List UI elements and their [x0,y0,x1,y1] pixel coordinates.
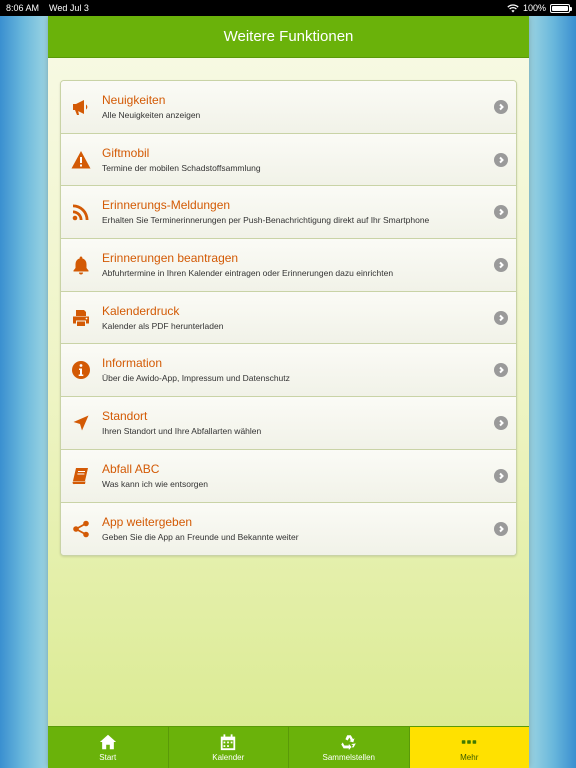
tab-start[interactable]: Start [48,727,169,768]
item-title: Erinnerungen beantragen [102,250,239,265]
list-item-standort[interactable]: Standort Ihren Standort und Ihre Abfalla… [61,397,516,450]
list-item-kalenderdruck[interactable]: Kalenderdruck Kalender als PDF herunterl… [61,291,516,345]
tab-sammelstellen[interactable]: Sammelstellen [289,727,410,768]
tab-label: Start [99,753,117,762]
tab-label: Kalender [212,753,245,762]
list-item-neuigkeiten[interactable]: Neuigkeiten Alle Neuigkeiten anzeigen [61,81,516,134]
printer-icon [61,308,101,328]
tab-bar: Start Kalender Sammelstellen Mehr [48,726,529,768]
status-time: 8:06 AM [6,3,40,13]
chevron-right-icon [494,363,508,378]
chevron-right-icon [494,310,508,325]
status-bar: 8:06 AM Wed Jul 3 100% [0,0,576,16]
wifi-icon [507,3,519,12]
chevron-right-icon [494,152,508,167]
status-date: Wed Jul 3 [49,3,89,13]
item-title: Giftmobil [102,145,150,160]
item-title: Kalenderdruck [102,303,180,318]
share-icon [61,519,101,539]
recycle-icon [341,735,356,751]
calendar-icon [221,734,236,751]
item-subtitle: Erhalten Sie Terminerinnerungen per Push… [102,215,430,226]
info-icon [61,360,101,380]
item-subtitle: Alle Neuigkeiten anzeigen [102,109,201,120]
item-subtitle: Was kann ich wie entsorgen [102,478,208,489]
item-subtitle: Abfuhrtermine in Ihren Kalender eintrage… [102,267,394,278]
tab-mehr[interactable]: Mehr [409,727,529,768]
item-subtitle: Über die Awido-App, Impressum und Datens… [102,373,290,384]
more-icon [462,740,477,744]
item-subtitle: Geben Sie die App an Freunde und Bekannt… [102,531,299,542]
list-item-information[interactable]: Information Über die Awido-App, Impressu… [61,344,516,398]
location-arrow-icon [61,413,101,433]
item-title: Neuigkeiten [102,92,166,107]
item-title: Standort [102,408,148,423]
book-icon [61,466,101,486]
list-item-erinnerungen-beantragen[interactable]: Erinnerungen beantragen Abfuhrtermine in… [61,239,516,292]
list-item-erinnerungs-meldungen[interactable]: Erinnerungs-Meldungen Erhalten Sie Termi… [61,186,516,240]
chevron-right-icon [494,468,508,483]
warning-icon [61,150,101,170]
item-subtitle: Kalender als PDF herunterladen [102,320,224,331]
chevron-right-icon [494,205,508,220]
item-title: Information [102,356,163,371]
battery-icon [550,3,572,13]
rss-icon [61,202,101,222]
item-subtitle: Ihren Standort und Ihre Abfallarten wähl… [102,425,262,436]
nav-bar: Weitere Funktionen [48,16,529,58]
chevron-right-icon [494,521,508,536]
item-title: Erinnerungs-Meldungen [102,198,231,213]
function-list: Neuigkeiten Alle Neuigkeiten anzeigen Gi… [60,80,517,557]
bell-icon [61,255,101,275]
tab-label: Mehr [460,753,479,762]
app-window: Weitere Funktionen Neuigkeiten Alle Neui… [48,16,529,768]
list-item-giftmobil[interactable]: Giftmobil Termine der mobilen Schadstoff… [61,133,516,187]
list-item-app-weitergeben[interactable]: App weitergeben Geben Sie die App an Fre… [61,502,516,556]
home-icon [99,734,116,750]
megaphone-icon [61,97,101,117]
tab-label: Sammelstellen [322,753,375,762]
page-title: Weitere Funktionen [223,28,354,45]
list-item-abfall-abc[interactable]: Abfall ABC Was kann ich wie entsorgen [61,449,516,503]
item-subtitle: Termine der mobilen Schadstoffsammlung [102,162,261,173]
chevron-right-icon [494,257,508,272]
tab-kalender[interactable]: Kalender [169,727,289,768]
chevron-right-icon [494,415,508,430]
item-title: App weitergeben [102,514,193,529]
battery-percent: 100% [522,3,546,13]
item-title: Abfall ABC [102,461,160,476]
chevron-right-icon [494,99,508,114]
